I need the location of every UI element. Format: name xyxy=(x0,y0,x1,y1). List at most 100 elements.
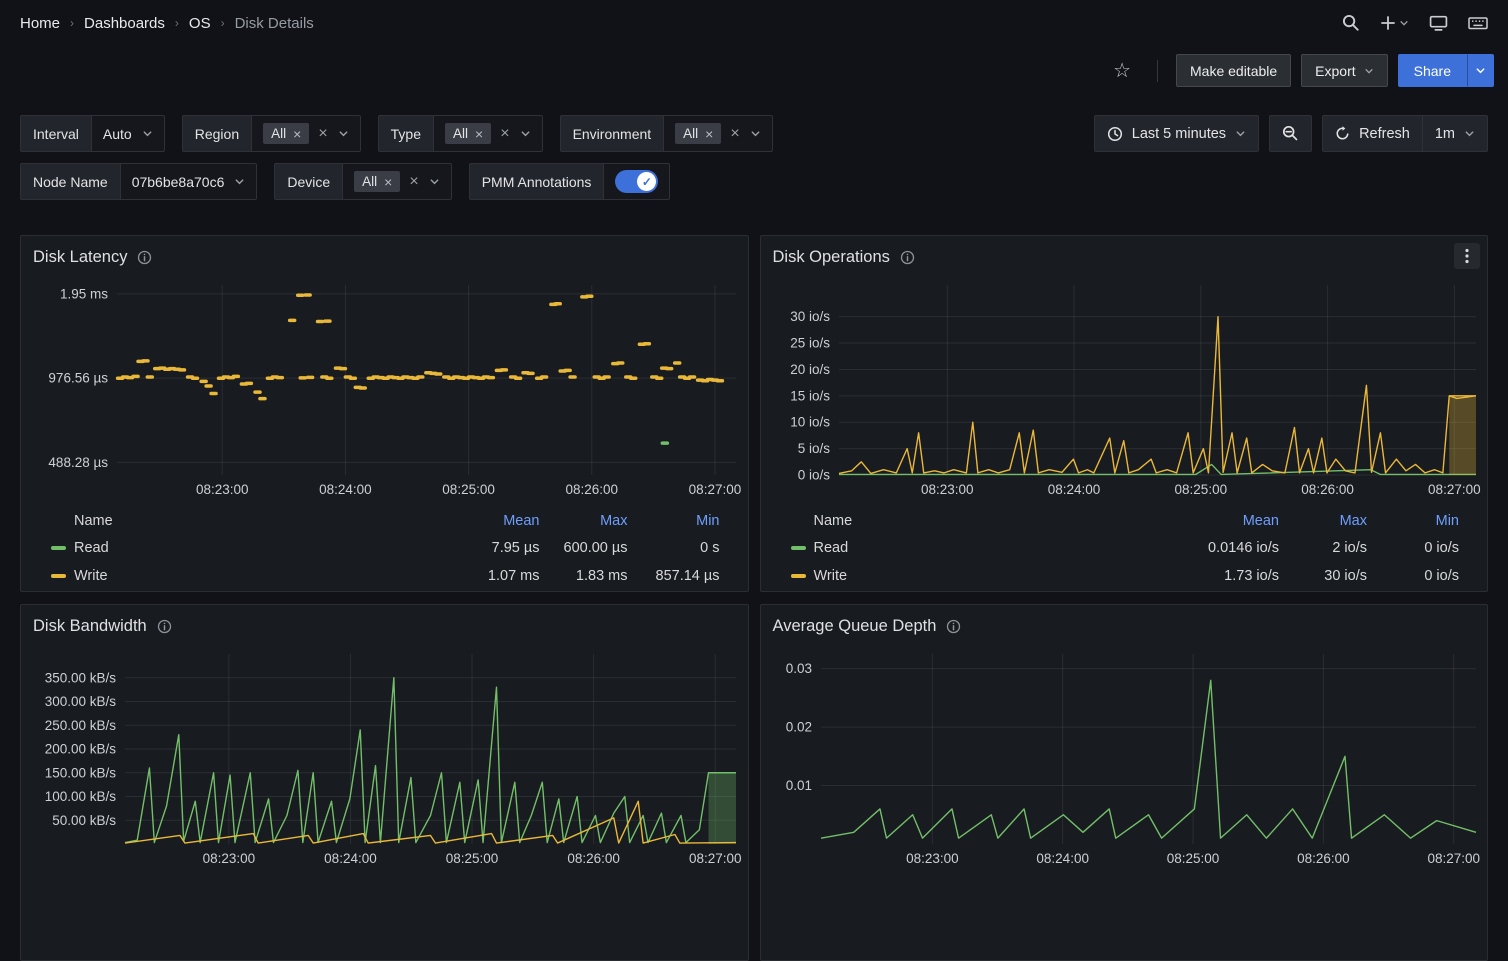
average-queue-depth-chart[interactable]: 08:23:0008:24:0008:25:0008:26:0008:27:00… xyxy=(761,647,1488,873)
svg-text:0 io/s: 0 io/s xyxy=(797,468,830,483)
disk-bandwidth-chart[interactable]: 08:23:0008:24:0008:25:0008:26:0008:27:00… xyxy=(21,647,748,873)
time-range-picker[interactable]: Last 5 minutes xyxy=(1094,115,1259,152)
share-dropdown-button[interactable] xyxy=(1467,54,1494,87)
series-mean: 7.95 µs xyxy=(400,540,540,556)
chip-remove-icon[interactable]: × xyxy=(293,127,301,141)
node-name-variable[interactable]: Node Name 07b6be8a70c6 xyxy=(20,163,257,200)
series-mean: 0.0146 io/s xyxy=(1139,540,1279,556)
breadcrumb-dashboards[interactable]: Dashboards xyxy=(84,15,165,32)
legend-col-min[interactable]: Min xyxy=(1367,513,1459,529)
svg-text:08:24:00: 08:24:00 xyxy=(319,482,372,497)
svg-text:08:25:00: 08:25:00 xyxy=(1166,851,1219,866)
legend-col-mean[interactable]: Mean xyxy=(400,513,540,529)
monitor-icon[interactable] xyxy=(1429,14,1448,32)
breadcrumb-os[interactable]: OS xyxy=(189,15,211,32)
legend-row-write: Write 1.07 ms 1.83 ms 857.14 µs xyxy=(51,562,720,590)
info-icon[interactable] xyxy=(900,250,915,265)
favorite-star-button[interactable]: ☆ xyxy=(1105,57,1139,85)
region-label: Region xyxy=(182,115,251,152)
svg-text:08:24:00: 08:24:00 xyxy=(324,851,377,866)
clear-selection-icon[interactable]: × xyxy=(318,126,327,142)
pmm-annotations-toggle[interactable]: ✓ xyxy=(615,170,658,193)
node-name-value: 07b6be8a70c6 xyxy=(132,174,225,190)
device-variable[interactable]: Device All × × xyxy=(274,163,451,200)
info-icon[interactable] xyxy=(157,619,172,634)
refresh-button[interactable]: Refresh xyxy=(1323,116,1422,151)
environment-chip-all[interactable]: All × xyxy=(675,123,721,144)
legend-row-read: Read 7.95 µs 600.00 µs 0 s xyxy=(51,534,720,562)
chip-remove-icon[interactable]: × xyxy=(384,175,392,189)
interval-variable[interactable]: Interval Auto xyxy=(20,115,165,152)
region-chip-all[interactable]: All × xyxy=(263,123,309,144)
legend-col-name[interactable]: Name xyxy=(791,513,1140,529)
dashboard-controls: Interval Auto Region All × × Type All xyxy=(0,95,1508,200)
chip-remove-icon[interactable]: × xyxy=(705,127,713,141)
disk-operations-chart[interactable]: 08:23:0008:24:0008:25:0008:26:0008:27:00… xyxy=(761,278,1488,504)
chevron-down-icon xyxy=(750,128,761,139)
series-name[interactable]: Read xyxy=(814,540,849,556)
legend-col-max[interactable]: Max xyxy=(1279,513,1367,529)
legend-col-mean[interactable]: Mean xyxy=(1139,513,1279,529)
series-name[interactable]: Read xyxy=(74,540,109,556)
time-range-value: Last 5 minutes xyxy=(1132,126,1226,142)
dashboard-toolbar: ☆ Make editable Export Share xyxy=(0,46,1508,95)
export-button[interactable]: Export xyxy=(1301,54,1387,87)
svg-text:08:26:00: 08:26:00 xyxy=(1301,482,1354,497)
device-chip-all[interactable]: All × xyxy=(354,171,400,192)
series-mean: 1.07 ms xyxy=(400,568,540,584)
svg-text:20 io/s: 20 io/s xyxy=(790,362,830,377)
device-label: Device xyxy=(274,163,342,200)
svg-text:08:25:00: 08:25:00 xyxy=(446,851,499,866)
series-mean: 1.73 io/s xyxy=(1139,568,1279,584)
breadcrumb-separator: › xyxy=(70,16,74,30)
panel-title[interactable]: Disk Bandwidth xyxy=(33,617,147,636)
svg-text:08:23:00: 08:23:00 xyxy=(906,851,959,866)
panel-menu-button[interactable] xyxy=(1454,243,1480,269)
make-editable-button[interactable]: Make editable xyxy=(1176,54,1291,87)
legend-col-max[interactable]: Max xyxy=(540,513,628,529)
series-min: 0 io/s xyxy=(1367,568,1459,584)
clear-selection-icon[interactable]: × xyxy=(730,126,739,142)
svg-text:250.00 kB/s: 250.00 kB/s xyxy=(45,718,117,733)
disk-operations-legend: Name Mean Max Min Read 0.0146 io/s 2 io/… xyxy=(761,504,1488,590)
panel-title[interactable]: Average Queue Depth xyxy=(773,617,937,636)
svg-text:08:24:00: 08:24:00 xyxy=(1047,482,1100,497)
series-name[interactable]: Write xyxy=(814,568,848,584)
breadcrumb-home[interactable]: Home xyxy=(20,15,60,32)
top-nav: Home › Dashboards › OS › Disk Details xyxy=(0,0,1508,46)
zoom-out-button[interactable] xyxy=(1269,115,1312,152)
legend-col-min[interactable]: Min xyxy=(628,513,720,529)
chevron-down-icon xyxy=(1475,65,1486,76)
series-name[interactable]: Write xyxy=(74,568,108,584)
region-variable[interactable]: Region All × × xyxy=(182,115,361,152)
add-new-button[interactable] xyxy=(1380,15,1409,31)
clear-selection-icon[interactable]: × xyxy=(500,126,509,142)
svg-text:15 io/s: 15 io/s xyxy=(790,388,830,403)
panel-average-queue-depth: Average Queue Depth 08:23:0008:24:0008:2… xyxy=(760,604,1489,961)
disk-latency-chart[interactable]: 08:23:0008:24:0008:25:0008:26:0008:27:00… xyxy=(21,278,748,504)
info-icon[interactable] xyxy=(946,619,961,634)
series-marker xyxy=(51,546,66,550)
kebab-icon xyxy=(1465,248,1469,264)
search-icon[interactable] xyxy=(1342,14,1360,32)
type-variable[interactable]: Type All × × xyxy=(378,115,543,152)
type-chip-all[interactable]: All × xyxy=(445,123,491,144)
node-name-label: Node Name xyxy=(20,163,120,200)
refresh-interval-dropdown[interactable]: 1m xyxy=(1422,116,1487,151)
legend-col-name[interactable]: Name xyxy=(51,513,400,529)
keyboard-icon[interactable] xyxy=(1468,14,1488,32)
clear-selection-icon[interactable]: × xyxy=(409,174,418,190)
info-icon[interactable] xyxy=(137,250,152,265)
svg-text:10 io/s: 10 io/s xyxy=(790,415,830,430)
environment-variable[interactable]: Environment All × × xyxy=(560,115,773,152)
svg-text:08:26:00: 08:26:00 xyxy=(567,851,620,866)
series-min: 857.14 µs xyxy=(628,568,720,584)
breadcrumb: Home › Dashboards › OS › Disk Details xyxy=(20,15,314,32)
panel-title[interactable]: Disk Latency xyxy=(33,248,127,267)
pmm-annotations-label: PMM Annotations xyxy=(469,163,604,200)
pmm-annotations-control: PMM Annotations ✓ xyxy=(469,163,671,200)
chip-remove-icon[interactable]: × xyxy=(475,127,483,141)
panel-disk-operations: Disk Operations 08:23:0008:24:0008:25:00… xyxy=(760,235,1489,592)
share-button[interactable]: Share xyxy=(1398,54,1467,87)
panel-title[interactable]: Disk Operations xyxy=(773,248,890,267)
